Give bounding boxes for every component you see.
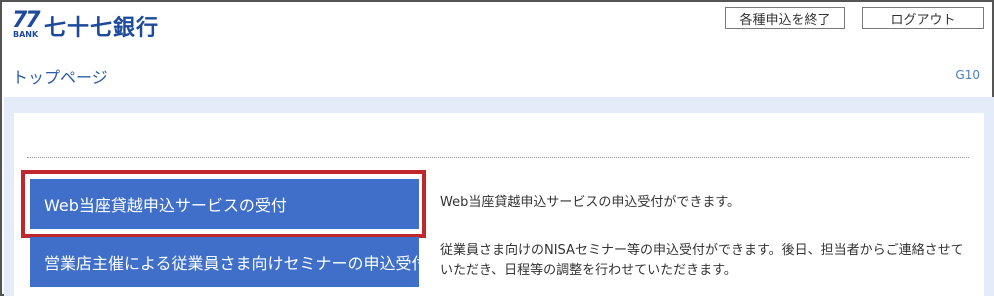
logo-sub: BANK bbox=[13, 30, 39, 39]
content-panel: Web当座貸越申込サービスの受付 Web当座貸越申込サービスの申込受付ができます… bbox=[14, 113, 984, 296]
end-application-button[interactable]: 各種申込を終了 bbox=[725, 7, 845, 29]
overdraft-description: Web当座貸越申込サービスの申込受付ができます。 bbox=[440, 195, 741, 210]
overdraft-application-button[interactable]: Web当座貸越申込サービスの受付 bbox=[30, 179, 419, 229]
page-code: G10 bbox=[955, 68, 980, 82]
window-frame: 77 BANK 七十七銀行 各種申込を終了 ログアウト トップページ G10 W… bbox=[0, 0, 994, 296]
logout-button[interactable]: ログアウト bbox=[862, 7, 984, 29]
dotted-divider bbox=[27, 157, 969, 158]
seminar-description: 従業員さま向けのNISAセミナー等の申込受付ができます。後日、担当者からご連絡さ… bbox=[440, 243, 964, 278]
content-band: Web当座貸越申込サービスの受付 Web当座貸越申込サービスの申込受付ができます… bbox=[4, 97, 994, 296]
page-title: トップページ bbox=[12, 68, 108, 87]
seminar-application-button[interactable]: 営業店主催による従業員さま向けセミナーの申込受付 bbox=[30, 237, 428, 287]
logo-bank-name: 七十七銀行 bbox=[44, 16, 160, 41]
